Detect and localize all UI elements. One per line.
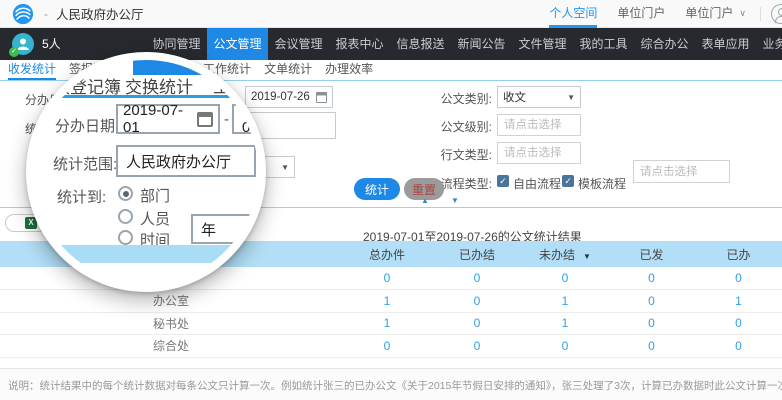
department-name: 办公室	[0, 290, 342, 313]
calendar-icon[interactable]	[316, 92, 327, 103]
stat-value-link[interactable]: 0	[608, 335, 695, 358]
magnified-scope-input: 人民政府办公厅	[116, 145, 256, 177]
department-name: 综合处	[0, 335, 342, 358]
column-header-done[interactable]: 已办	[695, 241, 782, 267]
radio-department-selected	[118, 186, 133, 201]
app-title: 人民政府办公厅	[56, 4, 144, 23]
nav-item-general-office[interactable]: 综合办公	[634, 28, 695, 60]
radio-department-label: 部门	[140, 185, 170, 206]
stat-value-link[interactable]: 0	[695, 335, 782, 358]
radio-person	[118, 209, 133, 224]
nav-item-business[interactable]: 业务系统	[756, 28, 782, 60]
check-badge-icon: ✓	[9, 47, 19, 57]
user-avatar-icon[interactable]: ✓	[12, 33, 34, 55]
nav-item-document[interactable]: 公文管理	[207, 28, 268, 60]
stat-value-link[interactable]: 1	[522, 290, 608, 313]
table-row: 综合处 0 0 0 0 0	[0, 335, 782, 358]
stat-value-link[interactable]: 0	[608, 312, 695, 335]
stat-value-link[interactable]: 1	[342, 290, 432, 313]
stat-value-link[interactable]: 0	[432, 312, 522, 335]
doc-category-select[interactable]: 收文 ▼	[497, 86, 581, 108]
column-header-sent[interactable]: 已发	[608, 241, 695, 267]
doc-category-label: 公文类别:	[430, 90, 492, 107]
subtab-efficiency[interactable]: 办理效率	[325, 60, 373, 80]
magnifier-lens: 签报登记簿 交换统计 工作统计 分办日期: 2019-07-01 - 2019-…	[26, 52, 266, 292]
column-header-open[interactable]: 未办结▼	[522, 241, 608, 267]
chevron-down-icon: ▼	[567, 93, 575, 102]
nav-item-news[interactable]: 新闻公告	[451, 28, 512, 60]
top-link-unit-portal-2[interactable]: 单位门户	[685, 0, 733, 28]
stat-value-link[interactable]: 0	[608, 267, 695, 290]
stat-value-link[interactable]: 0	[342, 267, 432, 290]
nav-item-form-app[interactable]: 表单应用	[695, 28, 756, 60]
header-divider	[760, 7, 761, 21]
chevron-down-icon: ▼	[281, 163, 289, 172]
stat-value-link[interactable]: 0	[432, 290, 522, 313]
column-header-closed[interactable]: 已办结	[432, 241, 522, 267]
table-row: 秘书处 1 0 1 0 0	[0, 312, 782, 335]
top-header: - 人民政府办公厅 个人空间 单位门户 单位门户 ∨	[0, 0, 782, 28]
stat-value-link[interactable]: 0	[342, 335, 432, 358]
magnified-tab-underline	[34, 95, 258, 98]
stat-value-link[interactable]: 0	[432, 335, 522, 358]
stat-value-link[interactable]: 1	[695, 290, 782, 313]
column-header-total[interactable]: 总办件	[342, 241, 432, 267]
free-flow-label: 自由流程	[513, 175, 561, 192]
doc-type-label: 行文类型:	[430, 146, 492, 163]
date-to-input[interactable]: 2019-07-26	[245, 86, 333, 108]
magnified-period-select: 年	[191, 214, 261, 244]
department-name: 秘书处	[0, 312, 342, 335]
magnified-group-label: 统计到:	[57, 186, 106, 207]
title-separator: -	[44, 7, 48, 21]
flow-select-input[interactable]	[633, 160, 730, 183]
magnified-date-separator: -	[224, 111, 229, 128]
top-link-personal-space[interactable]: 个人空间	[549, 0, 597, 28]
collapse-down-icon[interactable]: ▼	[451, 196, 459, 205]
stat-value-link[interactable]: 0	[522, 267, 608, 290]
stat-value-link[interactable]: 0	[432, 267, 522, 290]
template-flow-checkbox[interactable]	[562, 175, 574, 187]
app-logo-icon	[12, 3, 34, 25]
top-link-unit-portal-1[interactable]: 单位门户	[617, 0, 665, 28]
magnified-date-range-label: 分办日期:	[55, 115, 119, 136]
magnified-table-header-band	[34, 245, 258, 263]
doc-level-label: 公文级别:	[430, 118, 492, 135]
magnified-scope-label: 统计范围:	[53, 153, 117, 174]
stat-value-link[interactable]: 0	[695, 267, 782, 290]
stat-value-link[interactable]: 0	[608, 290, 695, 313]
radio-person-label: 人员	[140, 208, 170, 229]
radio-time	[118, 230, 133, 245]
doc-type-input[interactable]	[497, 142, 581, 164]
table-row: 办公室 1 0 1 0 1	[0, 290, 782, 313]
nav-item-report-center[interactable]: 报表中心	[329, 28, 390, 60]
chevron-down-icon[interactable]: ∨	[739, 8, 746, 19]
template-flow-label: 模板流程	[578, 175, 626, 192]
stat-value-link[interactable]: 1	[342, 312, 432, 335]
nav-item-meeting[interactable]: 会议管理	[268, 28, 329, 60]
doc-level-input[interactable]	[497, 114, 581, 136]
free-flow-checkbox[interactable]	[497, 175, 509, 187]
stat-value-link[interactable]: 1	[522, 312, 608, 335]
online-user-count: 5人	[42, 28, 61, 60]
sort-descending-icon[interactable]: ▼	[583, 252, 591, 261]
nav-item-info-report[interactable]: 信息报送	[390, 28, 451, 60]
stat-value-link[interactable]: 0	[695, 312, 782, 335]
magnified-date-from-input: 2019-07-01	[116, 104, 220, 134]
nav-item-file[interactable]: 文件管理	[512, 28, 573, 60]
person-circle-icon[interactable]	[771, 4, 782, 24]
collapse-up-icon[interactable]: ▲	[421, 196, 429, 205]
explanation-note: 说明：统计结果中的每个统计数据对每条公文只计算一次。例如统计张三的已办公文《关于…	[0, 368, 782, 400]
stat-value-link[interactable]: 0	[522, 335, 608, 358]
submit-button[interactable]: 统计	[354, 178, 400, 200]
calendar-icon	[197, 112, 213, 127]
nav-menu: 协同管理 公文管理 会议管理 报表中心 信息报送 新闻公告 文件管理 我的工具 …	[146, 28, 782, 60]
nav-item-tools[interactable]: 我的工具	[573, 28, 634, 60]
subtab-doc-stats[interactable]: 文单统计	[264, 60, 312, 80]
